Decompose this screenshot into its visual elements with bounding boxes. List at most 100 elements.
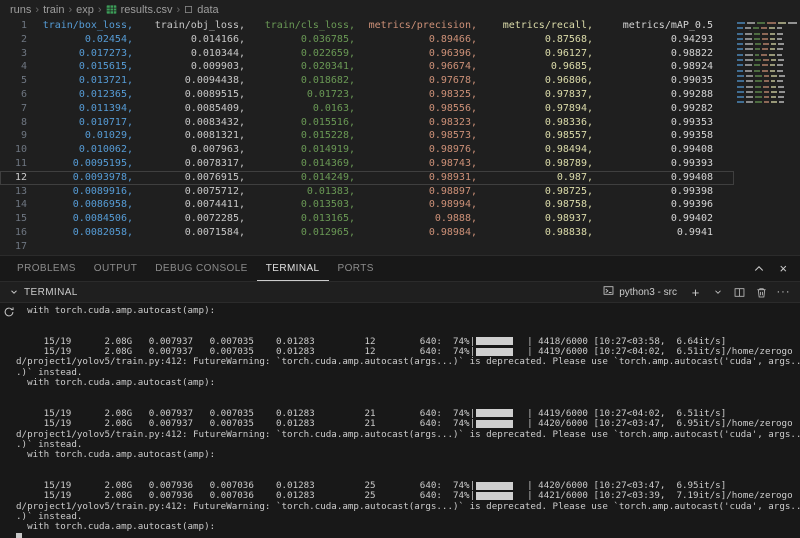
panel-close-button[interactable]: × bbox=[775, 260, 792, 277]
csv-row[interactable]: 12 0.0093978, 0.0076915, 0.014249, 0.98931, 0… bbox=[0, 170, 734, 185]
csv-cell: 0.014249, bbox=[300, 171, 355, 183]
csv-row[interactable]: 13 0.0089916, 0.0075712, 0.01383, 0.98897, 0.… bbox=[0, 185, 734, 199]
minimap[interactable] bbox=[737, 22, 798, 104]
progress-bar bbox=[476, 481, 526, 490]
line-number: 12 bbox=[14, 171, 27, 183]
csv-row[interactable]: 2 0.02454, 0.014166, 0.036785, 0.89466, 0.875… bbox=[0, 33, 734, 47]
terminal-line: d/project1/yolov5/train.py:412: FutureWa… bbox=[16, 357, 800, 367]
csv-header-cell: train/obj_loss, bbox=[154, 20, 245, 31]
kill-terminal-button[interactable] bbox=[753, 284, 770, 301]
editor[interactable]: 1 train/box_loss, train/obj_loss, train/cls… bbox=[0, 19, 800, 255]
terminal-text: with torch.cuda.amp.autocast(amp): bbox=[16, 377, 216, 389]
csv-row[interactable]: 6 0.012365, 0.0089515, 0.01723, 0.98325, 0.97… bbox=[0, 88, 734, 102]
csv-cell: 0.96396, bbox=[428, 47, 477, 59]
csv-row[interactable]: 17 bbox=[0, 240, 734, 254]
panel-actions: × bbox=[750, 260, 792, 277]
csv-row[interactable]: 14 0.0086958, 0.0074411, 0.013503, 0.98994, 0… bbox=[0, 198, 734, 212]
csv-cell: 0.89466, bbox=[428, 33, 477, 45]
csv-header-cell: train/cls_loss, bbox=[264, 20, 355, 31]
breadcrumb-item-runs[interactable]: runs bbox=[9, 4, 32, 16]
panel-maximize-button[interactable] bbox=[750, 260, 767, 277]
csv-cell: 0.98758, bbox=[544, 199, 593, 211]
csv-editor-content[interactable]: 1 train/box_loss, train/obj_loss, train/cls… bbox=[0, 19, 734, 255]
csv-cell: 0.014166, bbox=[190, 33, 245, 45]
csv-cell: 0.97678, bbox=[428, 75, 477, 87]
breadcrumb-item-train[interactable]: train bbox=[42, 4, 65, 16]
csv-cell: 0.98557, bbox=[544, 130, 593, 142]
trash-icon bbox=[757, 287, 766, 297]
line-number: 5 bbox=[20, 75, 27, 87]
terminal-output[interactable]: with torch.cuda.amp.autocast(amp): 15/19… bbox=[0, 303, 800, 538]
csv-cell: 0.98573, bbox=[428, 130, 477, 142]
csv-cell: 0.99408 bbox=[670, 144, 713, 156]
csv-row[interactable]: 5 0.013721, 0.0094438, 0.018682, 0.97678, 0.9… bbox=[0, 74, 734, 88]
terminal-profile-selector[interactable]: python3 - src bbox=[598, 285, 682, 299]
csv-cell: 0.0084506, bbox=[72, 213, 133, 225]
terminal-text: d/project1/yolov5/train.py:412: FutureWa… bbox=[16, 428, 800, 440]
csv-row[interactable]: 15 0.0084506, 0.0072285, 0.013165, 0.9888, 0.… bbox=[0, 212, 734, 226]
csv-cell: 0.012965, bbox=[300, 226, 355, 238]
chevron-down-icon bbox=[714, 290, 721, 294]
csv-row[interactable]: 16 0.0082058, 0.0071584, 0.012965, 0.98984, 0… bbox=[0, 226, 734, 240]
csv-row[interactable]: 7 0.011394, 0.0085409, 0.0163, 0.98556, 0.978… bbox=[0, 102, 734, 116]
sync-icon[interactable] bbox=[2, 305, 16, 319]
csv-cell: 0.0089916, bbox=[72, 185, 133, 197]
breadcrumb-item-results-csv[interactable]: results.csv bbox=[105, 4, 174, 16]
terminal-line: with torch.cuda.amp.autocast(amp): bbox=[16, 522, 798, 532]
csv-row[interactable]: 4 0.015615, 0.009903, 0.020341, 0.96674, 0.96… bbox=[0, 60, 734, 74]
breadcrumb-label: exp bbox=[76, 3, 94, 16]
panel-tab-ports[interactable]: PORTS bbox=[329, 256, 383, 281]
csv-cell: 0.0082058, bbox=[72, 226, 133, 238]
csv-cell: 0.99396 bbox=[670, 199, 713, 211]
csv-cell: 0.99353 bbox=[670, 116, 713, 128]
line-number: 13 bbox=[14, 185, 27, 197]
csv-cell: 0.0075712, bbox=[184, 185, 245, 197]
terminal-text: with torch.cuda.amp.autocast(amp): bbox=[16, 305, 216, 316]
minimap-line bbox=[737, 22, 798, 24]
terminal-line: with torch.cuda.amp.autocast(amp): bbox=[16, 450, 798, 460]
breadcrumb-item-exp[interactable]: exp bbox=[75, 4, 95, 16]
csv-cell: 0.007963, bbox=[190, 144, 245, 156]
csv-cell: 0.98743, bbox=[428, 157, 477, 169]
more-actions-button[interactable]: ··· bbox=[775, 284, 792, 301]
panel-tab-debug-console[interactable]: DEBUG CONSOLE bbox=[146, 256, 256, 281]
csv-cell: 0.99288 bbox=[670, 88, 713, 100]
panel-tab-bar: PROBLEMS OUTPUT DEBUG CONSOLE TERMINAL PORTS… bbox=[0, 256, 800, 281]
launch-profile-dropdown[interactable] bbox=[709, 284, 726, 301]
csv-row[interactable]: 10 0.010062, 0.007963, 0.014919, 0.98976, 0.9… bbox=[0, 143, 734, 157]
terminal-section-title: TERMINAL bbox=[24, 286, 78, 298]
csv-row[interactable]: 8 0.010717, 0.0083432, 0.015516, 0.98323, 0.9… bbox=[0, 116, 734, 130]
breadcrumb-label: train bbox=[43, 3, 65, 16]
panel-tab-output[interactable]: OUTPUT bbox=[85, 256, 147, 281]
csv-row[interactable]: 3 0.017273, 0.010344, 0.022659, 0.96396, 0.96… bbox=[0, 47, 734, 61]
new-terminal-button[interactable]: + bbox=[687, 284, 704, 301]
terminal-line: with torch.cuda.amp.autocast(amp): bbox=[16, 305, 798, 316]
csv-cell: 0.01029, bbox=[84, 130, 133, 142]
csv-cell: 0.0095195, bbox=[72, 157, 133, 169]
chevron-down-icon[interactable] bbox=[8, 286, 20, 298]
minimap-line bbox=[737, 59, 797, 62]
breadcrumb-item-data[interactable]: data bbox=[183, 4, 219, 16]
csv-cell: 0.87568, bbox=[544, 33, 593, 45]
panel-tab-terminal[interactable]: TERMINAL bbox=[257, 256, 329, 281]
terminal-text: with torch.cuda.amp.autocast(amp): bbox=[16, 521, 216, 533]
csv-header-row[interactable]: 1 train/box_loss, train/obj_loss, train/cls… bbox=[0, 19, 734, 33]
csv-cell: 0.011394, bbox=[78, 102, 133, 114]
csv-cell: 0.013165, bbox=[300, 213, 355, 225]
split-terminal-button[interactable] bbox=[731, 284, 748, 301]
csv-cell: 0.98838, bbox=[544, 226, 593, 238]
vscode-window: runs › train › exp › results.csv › data 1 train/b… bbox=[0, 0, 800, 538]
csv-cell: 0.98924 bbox=[670, 61, 713, 73]
panel-tab-problems[interactable]: PROBLEMS bbox=[8, 256, 85, 281]
csv-cell: 0.0086958, bbox=[72, 199, 133, 211]
breadcrumb-label: runs bbox=[10, 3, 32, 16]
minimap-line bbox=[737, 101, 797, 104]
line-number: 2 bbox=[20, 33, 27, 45]
line-number: 11 bbox=[14, 157, 27, 169]
csv-cell: 0.020341, bbox=[300, 61, 355, 73]
csv-row[interactable]: 11 0.0095195, 0.0078317, 0.014369, 0.98743, 0… bbox=[0, 157, 734, 171]
csv-cell: 0.98336, bbox=[544, 116, 593, 128]
csv-cell: 0.022659, bbox=[300, 47, 355, 59]
progress-bar bbox=[476, 409, 526, 418]
csv-row[interactable]: 9 0.01029, 0.0081321, 0.015228, 0.98573, 0.98… bbox=[0, 129, 734, 143]
